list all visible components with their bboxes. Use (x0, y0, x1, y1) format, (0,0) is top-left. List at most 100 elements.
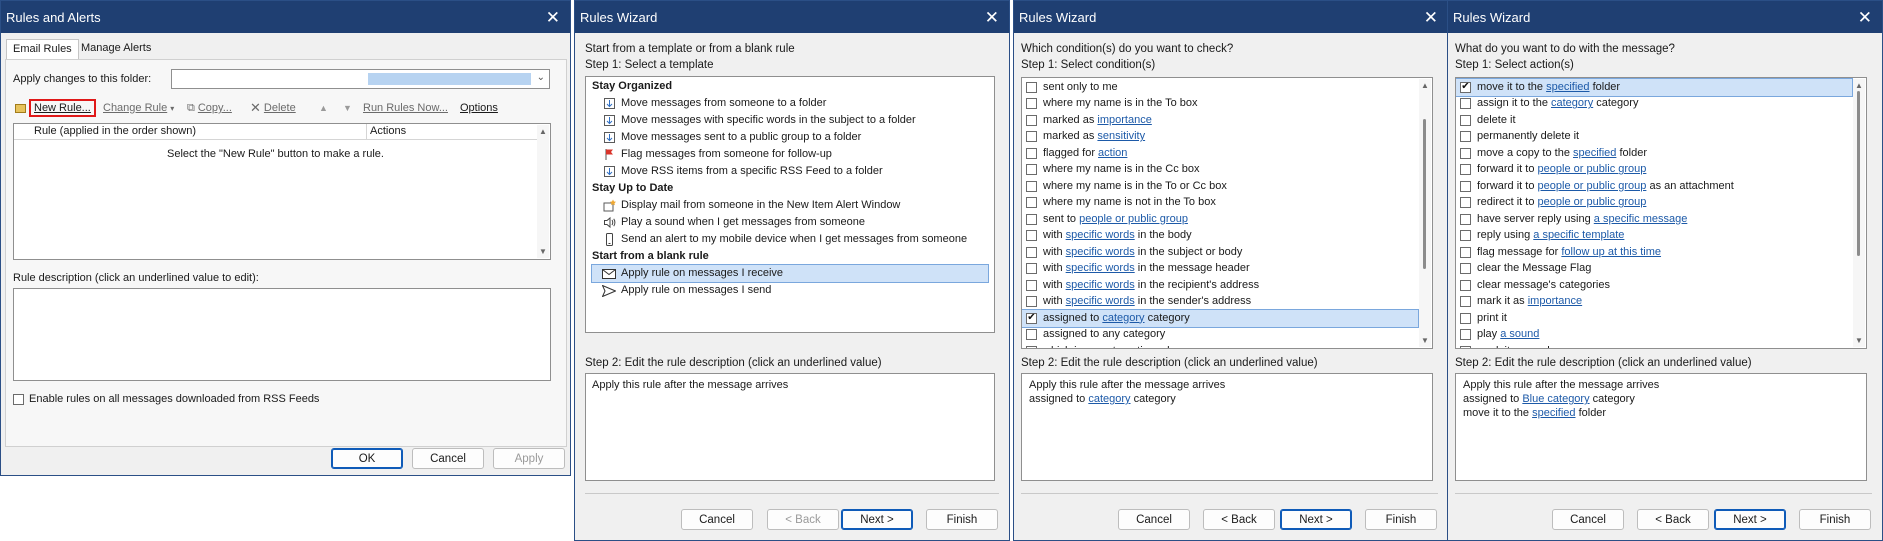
back-button[interactable]: < Back (767, 509, 839, 530)
apply-button[interactable]: Apply (493, 448, 565, 469)
condition-item[interactable]: sent to people or public group (1022, 211, 1418, 228)
action-item[interactable]: ✔ move it to the specified folder (1456, 78, 1853, 97)
list-scrollbar[interactable]: ▲ ▼ (1853, 79, 1865, 347)
editable-value-link[interactable]: a specific message (1594, 213, 1688, 225)
close-icon[interactable]: ✕ (546, 9, 560, 26)
close-icon[interactable]: ✕ (985, 9, 999, 26)
scroll-down-icon[interactable]: ▼ (1855, 336, 1863, 345)
editable-value-link[interactable]: follow up at this time (1561, 246, 1661, 258)
checkbox[interactable] (1460, 246, 1471, 258)
condition-item[interactable]: marked as importance (1022, 112, 1418, 129)
close-icon[interactable]: ✕ (1424, 9, 1438, 26)
checkbox[interactable] (1026, 98, 1037, 110)
scroll-up-icon[interactable]: ▲ (1421, 81, 1429, 90)
editable-value-link[interactable]: action (1098, 147, 1127, 159)
scroll-down-icon[interactable]: ▼ (1421, 336, 1429, 345)
condition-item[interactable]: with specific words in the sender's addr… (1022, 294, 1418, 311)
scroll-up-icon[interactable]: ▲ (539, 127, 547, 136)
editable-value-link[interactable]: people or public group (1538, 163, 1647, 175)
editable-value-link[interactable]: specific words (1066, 246, 1135, 258)
checkbox[interactable] (1460, 296, 1471, 308)
template-item[interactable]: Send an alert to my mobile device when I… (592, 231, 988, 248)
move-up-icon[interactable]: ▲ (319, 99, 328, 117)
rule-description-box[interactable]: Apply this rule after the message arrive… (1021, 373, 1433, 481)
template-item[interactable]: Play a sound when I get messages from so… (592, 214, 988, 231)
checkbox[interactable] (1460, 230, 1471, 242)
checkbox[interactable] (1026, 213, 1037, 225)
finish-button[interactable]: Finish (1799, 509, 1871, 530)
condition-item[interactable]: flagged for action (1022, 145, 1418, 162)
rss-rules-checkbox-row[interactable]: Enable rules on all messages downloaded … (13, 393, 319, 405)
copy-button[interactable]: ⧉ Copy... (187, 99, 232, 117)
checkbox[interactable] (1026, 345, 1037, 348)
action-item[interactable]: reply using a specific template (1456, 228, 1852, 245)
checkbox[interactable] (1026, 147, 1037, 159)
list-scrollbar[interactable]: ▲ ▼ (1419, 79, 1431, 347)
column-header-rule[interactable]: Rule (applied in the order shown) (34, 125, 196, 137)
checkbox[interactable] (1460, 197, 1471, 209)
condition-item[interactable]: which is an automatic reply (1022, 343, 1418, 348)
folder-select[interactable]: ⌄ (171, 69, 550, 89)
checkbox[interactable] (1460, 345, 1471, 348)
action-item[interactable]: flag message for follow up at this time (1456, 244, 1852, 261)
checkbox[interactable] (1026, 81, 1037, 93)
cancel-button[interactable]: Cancel (412, 448, 484, 469)
template-list[interactable]: Stay Organized Move messages from someone… (585, 76, 995, 333)
condition-item[interactable]: where my name is not in the To box (1022, 195, 1418, 212)
checkbox[interactable] (1026, 197, 1037, 209)
checkbox[interactable] (1026, 246, 1037, 258)
checkbox[interactable] (1460, 147, 1471, 159)
finish-button[interactable]: Finish (926, 509, 998, 530)
condition-item[interactable]: with specific words in the recipient's a… (1022, 277, 1418, 294)
condition-item[interactable]: assigned to any category (1022, 327, 1418, 344)
conditions-list[interactable]: sent only to me where my name is in the T… (1021, 77, 1433, 349)
action-item[interactable]: move a copy to the specified folder (1456, 145, 1852, 162)
action-item[interactable]: mark it as importance (1456, 294, 1852, 311)
checkbox[interactable] (1460, 263, 1471, 275)
action-item[interactable]: assign it to the category category (1456, 96, 1852, 113)
checkbox[interactable] (1026, 180, 1037, 192)
action-item[interactable]: clear message's categories (1456, 277, 1852, 294)
checkbox[interactable] (1026, 279, 1037, 291)
tab-manage-alerts[interactable]: Manage Alerts (75, 39, 157, 59)
action-item[interactable]: play a sound (1456, 327, 1852, 344)
template-item[interactable]: Apply rule on messages I receive (591, 264, 989, 283)
checkbox[interactable] (1460, 180, 1471, 192)
next-button[interactable]: Next > (1280, 509, 1352, 530)
checkbox[interactable] (1460, 114, 1471, 126)
action-item[interactable]: forward it to people or public group as … (1456, 178, 1852, 195)
condition-item[interactable]: with specific words in the subject or bo… (1022, 244, 1418, 261)
checkbox[interactable] (1026, 131, 1037, 143)
checkbox[interactable] (1460, 329, 1471, 341)
new-rule-button[interactable]: New Rule... (15, 99, 96, 117)
condition-item[interactable]: where my name is in the Cc box (1022, 162, 1418, 179)
editable-value-link[interactable]: category (1102, 312, 1144, 324)
editable-value-link[interactable]: specific words (1066, 229, 1135, 241)
action-item[interactable]: redirect it to people or public group (1456, 195, 1852, 212)
template-item[interactable]: Apply rule on messages I send (592, 282, 988, 299)
scroll-thumb[interactable] (1423, 119, 1426, 269)
cancel-button[interactable]: Cancel (1118, 509, 1190, 530)
editable-value-link[interactable]: specific words (1066, 295, 1135, 307)
action-item[interactable]: mark it as read (1456, 343, 1852, 348)
editable-value-link[interactable]: people or public group (1538, 196, 1647, 208)
checkbox[interactable] (1026, 263, 1037, 275)
template-item[interactable]: Flag messages from someone for follow-up (592, 146, 988, 163)
condition-item[interactable]: marked as sensitivity (1022, 129, 1418, 146)
finish-button[interactable]: Finish (1365, 509, 1437, 530)
rss-rules-checkbox[interactable] (13, 393, 24, 405)
editable-value-link[interactable]: sensitivity (1097, 130, 1145, 142)
checkbox[interactable] (1460, 213, 1471, 225)
editable-value-link[interactable]: importance (1528, 295, 1582, 307)
editable-value-link[interactable]: category (1551, 97, 1593, 109)
checkbox[interactable]: ✔ (1026, 312, 1037, 324)
column-header-actions[interactable]: Actions (370, 125, 406, 137)
next-button[interactable]: Next > (1714, 509, 1786, 530)
rules-list[interactable]: Rule (applied in the order shown) Action… (13, 123, 551, 260)
rule-description-box[interactable]: Apply this rule after the message arrive… (585, 373, 995, 481)
checkbox[interactable] (1026, 114, 1037, 126)
rules-list-scrollbar[interactable]: ▲ ▼ (537, 125, 549, 258)
checkbox[interactable] (1026, 164, 1037, 176)
scroll-down-icon[interactable]: ▼ (539, 247, 547, 256)
checkbox[interactable] (1460, 279, 1471, 291)
